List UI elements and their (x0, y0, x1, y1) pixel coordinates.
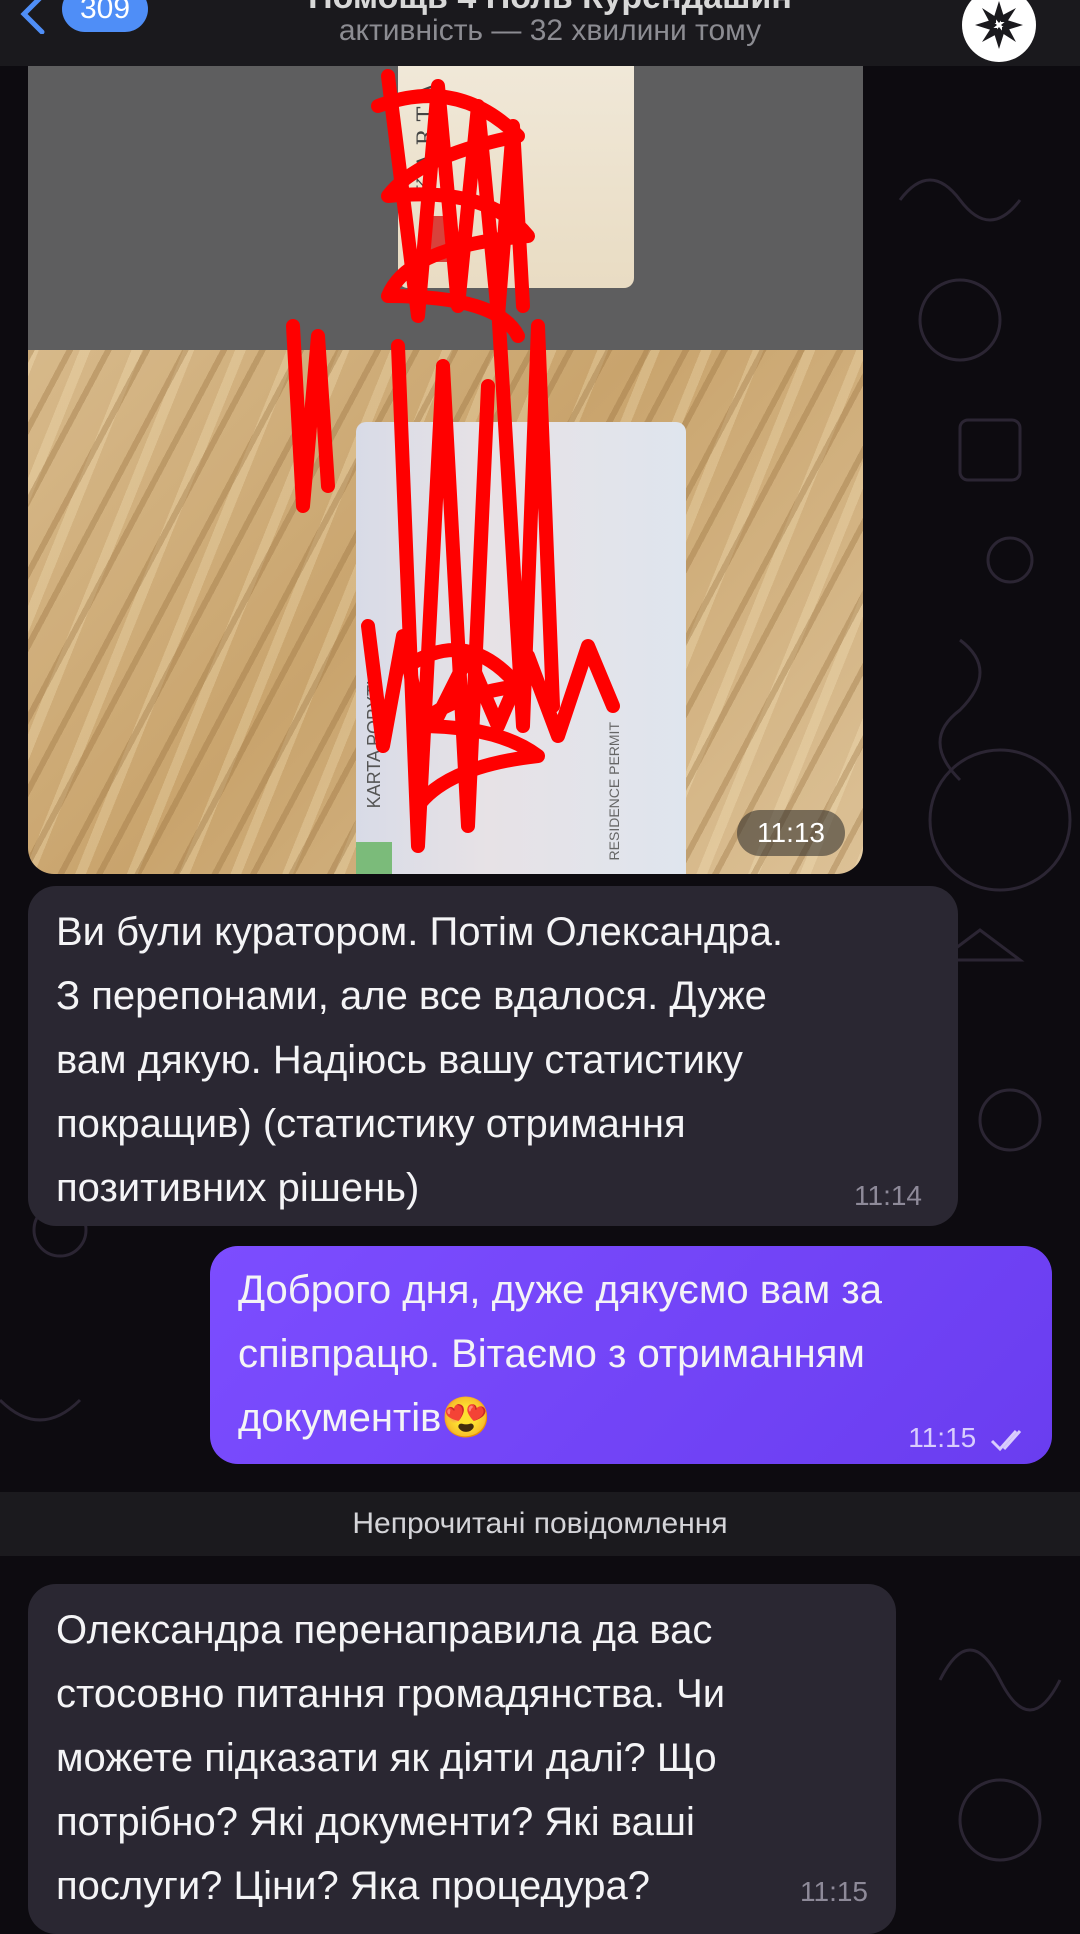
chevron-left-icon (20, 0, 45, 34)
message-time: 11:15 (800, 1876, 868, 1907)
redaction-scribble (286, 69, 620, 853)
unread-messages-divider: Непрочитані повідомлення (0, 1492, 1080, 1556)
outgoing-message[interactable]: Доброго дня, дуже дякуємо вам за співпра… (210, 1246, 1052, 1464)
incoming-message[interactable]: Ви були куратором. Потім Олександра. З п… (28, 886, 958, 1226)
message-time: 11:15 (908, 1422, 977, 1453)
unread-count-badge[interactable]: 309 (62, 0, 149, 32)
double-check-icon (990, 1429, 1022, 1451)
message-text: Ви були куратором. Потім Олександра. З п… (56, 910, 783, 1210)
message-time: 11:14 (854, 1180, 922, 1211)
message-text: Олександра перенаправила да вас стосовно… (56, 1608, 726, 1908)
message-time: 11:13 (737, 810, 845, 856)
message-time-row: 11:15 (908, 1422, 1030, 1454)
chat-header: 309 Помощь 4 Ноль Курендашин активність … (0, 0, 1080, 66)
photo-message[interactable]: KARTA KARTA POBYTU RESIDENCE PERMIT 11:1… (28, 66, 863, 874)
incoming-message[interactable]: Олександра перенаправила да вас стосовно… (28, 1584, 896, 1934)
back-button[interactable] (18, 0, 48, 34)
star-snowflake-icon (975, 1, 1023, 49)
avatar[interactable] (962, 0, 1036, 62)
last-seen-status: активність — 32 хвилини тому (338, 14, 762, 47)
